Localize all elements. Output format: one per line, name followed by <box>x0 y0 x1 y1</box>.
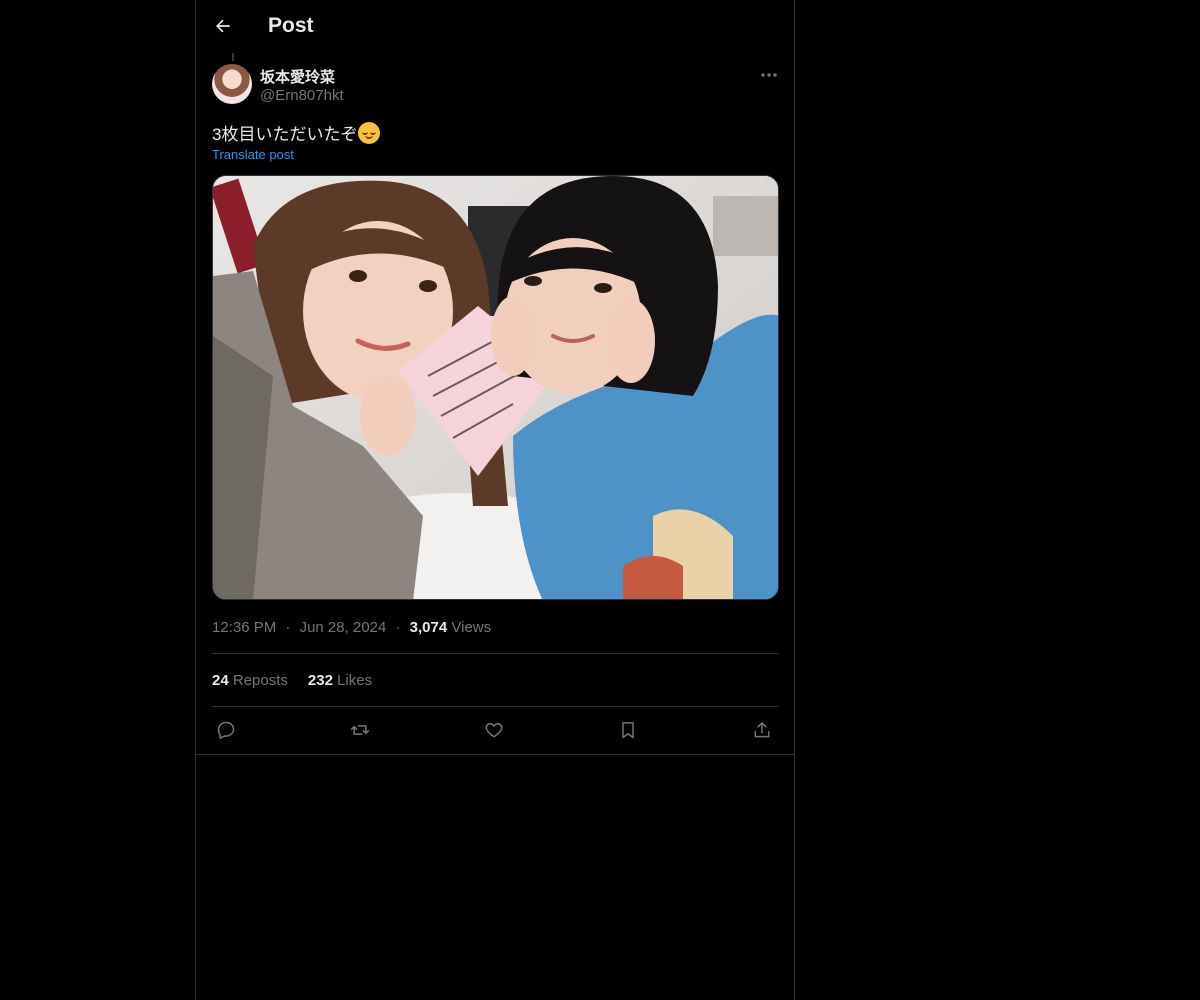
meta-separator: · <box>285 619 291 636</box>
views-label: Views <box>451 619 492 636</box>
post-text: 3枚目いただいたぞ <box>212 120 381 145</box>
more-horizontal-icon <box>760 72 778 78</box>
reply-icon <box>216 720 236 740</box>
share-button[interactable] <box>748 716 776 744</box>
relieved-face-emoji-icon <box>358 121 381 144</box>
engagement-stats: 24 Reposts 232 Likes <box>212 672 372 689</box>
likes-stat[interactable]: 232 Likes <box>308 672 372 689</box>
post-header: Post <box>196 0 794 53</box>
reposts-stat[interactable]: 24 Reposts <box>212 672 288 689</box>
author-display-name[interactable]: 坂本愛玲菜 <box>260 66 335 87</box>
action-bar <box>212 716 779 744</box>
author-handle[interactable]: @Ern807hkt <box>260 87 344 104</box>
post-date[interactable]: Jun 28, 2024 <box>300 619 387 636</box>
views-count: 3,074 <box>409 619 448 636</box>
reposts-label: Reposts <box>232 672 288 689</box>
likes-label: Likes <box>337 672 373 689</box>
translate-post-link[interactable]: Translate post <box>212 147 294 162</box>
post-meta: 12:36 PM · Jun 28, 2024 · 3,074 Views <box>212 619 491 636</box>
page-title: Post <box>268 14 314 37</box>
divider <box>212 706 779 707</box>
repost-button[interactable] <box>346 716 374 744</box>
more-options-button[interactable] <box>754 64 784 86</box>
post-bottom-border <box>196 754 794 755</box>
avatar[interactable] <box>212 64 252 104</box>
arrow-left-icon <box>213 16 233 36</box>
bookmark-icon <box>618 720 638 740</box>
likes-count: 232 <box>307 672 333 689</box>
thread-connector <box>232 53 234 61</box>
post-time[interactable]: 12:36 PM <box>212 619 276 636</box>
post-image[interactable] <box>212 175 779 600</box>
meta-separator: · <box>395 619 401 636</box>
reposts-count: 24 <box>212 672 229 689</box>
repost-icon <box>349 720 371 740</box>
heart-icon <box>484 720 504 740</box>
reply-button[interactable] <box>212 716 240 744</box>
post-column: Post 坂本愛玲菜 @Ern807hkt 3枚目いただいたぞ Translat… <box>195 0 795 1000</box>
post-text-content: 3枚目いただいたぞ <box>212 125 358 144</box>
back-button[interactable] <box>206 8 240 44</box>
share-icon <box>752 720 772 740</box>
bookmark-button[interactable] <box>614 716 642 744</box>
photo-illustration <box>213 176 778 599</box>
like-button[interactable] <box>480 716 508 744</box>
divider <box>212 653 779 654</box>
